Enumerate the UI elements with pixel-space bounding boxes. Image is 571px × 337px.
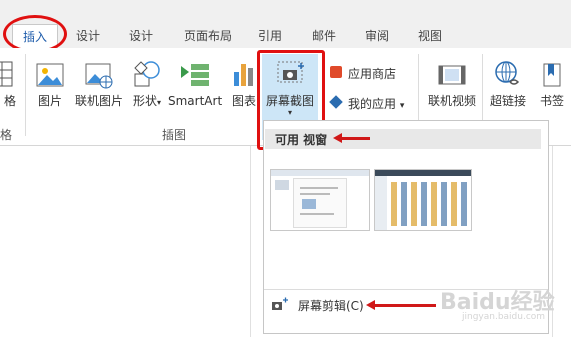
- store-icon: [330, 66, 342, 78]
- globe-link-icon: [492, 58, 524, 92]
- annotation-arrowhead: [333, 133, 342, 143]
- table-icon: [0, 58, 14, 92]
- online-picture-button[interactable]: 联机图片: [72, 48, 126, 108]
- online-picture-label: 联机图片: [74, 94, 123, 108]
- available-windows-header: 可用 视窗: [265, 129, 541, 149]
- screen-clipping-label: 屏幕剪辑(C): [298, 299, 364, 313]
- chevron-down-icon: ▾: [157, 98, 162, 107]
- group-separator: [25, 54, 26, 136]
- picture-label: 图片: [37, 94, 62, 108]
- bookmark-button[interactable]: 书签: [534, 48, 570, 108]
- app-store-button[interactable]: 应用商店: [330, 64, 414, 82]
- bookmark-icon: [540, 58, 564, 92]
- illustrations-group-label: 插图: [162, 128, 187, 142]
- my-apps-label: 我的应用 ▾: [348, 97, 405, 111]
- app-store-label: 应用商店: [348, 67, 397, 81]
- ribbon-tab-bar: 插入 设计 设计 页面布局 引用 邮件 审阅 视图: [0, 0, 571, 49]
- online-picture-icon: [83, 58, 115, 92]
- tab-mailings[interactable]: 邮件: [310, 26, 338, 46]
- hyperlink-label: 超链接: [489, 94, 526, 108]
- online-video-label: 联机视频: [427, 94, 476, 108]
- watermark-url: jingyan.baidu.com: [462, 312, 546, 322]
- table-label: 格: [3, 94, 16, 108]
- chevron-down-icon: ▾: [399, 101, 405, 111]
- table-button[interactable]: 格: [0, 48, 16, 108]
- bookmark-label: 书签: [539, 94, 564, 108]
- window-thumbnail[interactable]: [374, 169, 472, 231]
- smartart-icon: [179, 58, 211, 92]
- smartart-label: SmartArt: [168, 94, 223, 108]
- tables-group-label: 格: [0, 128, 13, 142]
- hyperlink-button[interactable]: 超链接: [486, 48, 530, 108]
- annotation-arrow: [338, 137, 370, 140]
- smartart-button[interactable]: SmartArt: [168, 48, 222, 108]
- film-icon: [436, 58, 468, 92]
- tab-design-2[interactable]: 设计: [127, 26, 155, 46]
- picture-button[interactable]: 图片: [30, 48, 70, 108]
- shapes-icon: [131, 58, 163, 92]
- shapes-button[interactable]: 形状▾: [128, 48, 166, 110]
- online-video-button[interactable]: 联机视频: [424, 48, 480, 108]
- tab-review[interactable]: 审阅: [363, 26, 391, 46]
- apps-icon: [329, 95, 343, 109]
- picture-icon: [34, 58, 66, 92]
- shapes-label: 形状▾: [132, 94, 162, 108]
- tab-design[interactable]: 设计: [74, 26, 102, 46]
- annotation-arrowhead: [366, 300, 375, 310]
- annotation-arrow: [372, 304, 436, 307]
- window-thumbnail[interactable]: [270, 169, 370, 231]
- available-windows-label: 可用 视窗: [275, 133, 328, 147]
- tab-page-layout[interactable]: 页面布局: [180, 26, 236, 46]
- screen-clip-icon: [272, 297, 288, 311]
- chart-icon: [228, 58, 260, 92]
- page-edge: [250, 146, 251, 337]
- tab-view[interactable]: 视图: [416, 26, 444, 46]
- tab-references[interactable]: 引用: [256, 26, 284, 46]
- my-apps-button[interactable]: 我的应用 ▾: [329, 94, 414, 112]
